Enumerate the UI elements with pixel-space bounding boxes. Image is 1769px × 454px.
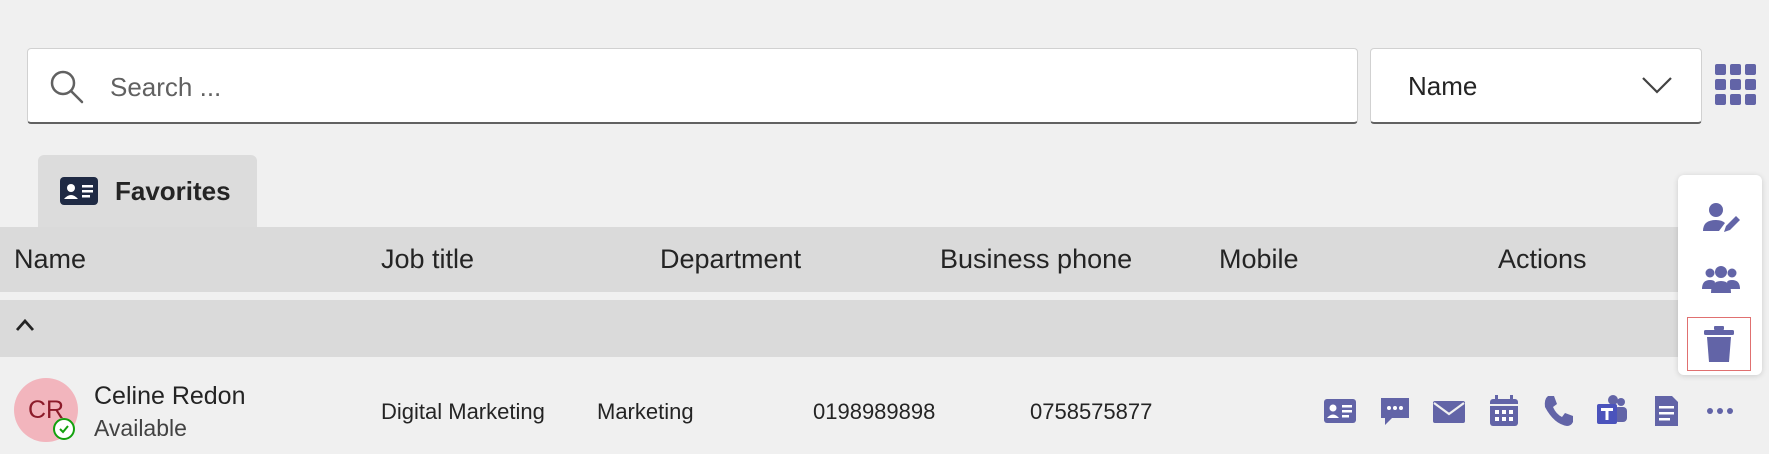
group-row <box>0 300 1680 357</box>
tab-favorites[interactable]: Favorites <box>38 155 257 227</box>
contact-job-title: Digital Marketing <box>381 399 545 424</box>
tab-favorites-label: Favorites <box>115 176 231 206</box>
contact-name[interactable]: Celine Redon <box>94 382 246 411</box>
column-header-job-title[interactable]: Job title <box>381 244 474 275</box>
contact-card-icon <box>60 177 98 210</box>
contact-card-icon[interactable] <box>1323 393 1357 429</box>
column-header-business-phone[interactable]: Business phone <box>940 244 1132 275</box>
edit-contact-button[interactable] <box>1678 191 1762 247</box>
contact-status: Available <box>94 415 187 441</box>
side-action-panel <box>1678 175 1762 375</box>
table-header: Name Job title Department Business phone… <box>0 227 1680 292</box>
column-header-name[interactable]: Name <box>14 244 86 275</box>
notes-icon[interactable] <box>1649 393 1683 429</box>
group-button[interactable] <box>1678 253 1762 309</box>
phone-icon[interactable] <box>1541 393 1575 429</box>
column-header-actions: Actions <box>1498 244 1587 274</box>
delete-button[interactable] <box>1687 317 1751 371</box>
more-icon[interactable] <box>1703 393 1737 429</box>
sort-dropdown[interactable]: Name <box>1370 48 1702 124</box>
chevron-up-icon[interactable] <box>14 317 36 338</box>
presence-available-icon <box>53 418 75 440</box>
column-header-department[interactable]: Department <box>660 244 801 275</box>
contact-mobile[interactable]: 0758575877 <box>1030 399 1152 425</box>
contact-business-phone[interactable]: 0198989898 <box>813 399 935 425</box>
teams-icon[interactable] <box>1595 393 1629 429</box>
calendar-icon[interactable] <box>1487 393 1521 429</box>
table-row[interactable]: CR Celine Redon Available Digital Market… <box>0 370 1733 454</box>
chevron-down-icon <box>1641 75 1673 100</box>
search-icon <box>48 68 86 111</box>
search-box[interactable] <box>27 48 1358 124</box>
mail-icon[interactable] <box>1432 393 1466 429</box>
column-header-mobile[interactable]: Mobile <box>1219 244 1299 275</box>
contact-department: Marketing <box>597 399 694 424</box>
sort-selected-value: Name <box>1408 71 1478 101</box>
search-input[interactable] <box>108 59 1342 115</box>
chat-icon[interactable] <box>1378 393 1412 429</box>
grid-view-icon[interactable] <box>1715 64 1757 106</box>
